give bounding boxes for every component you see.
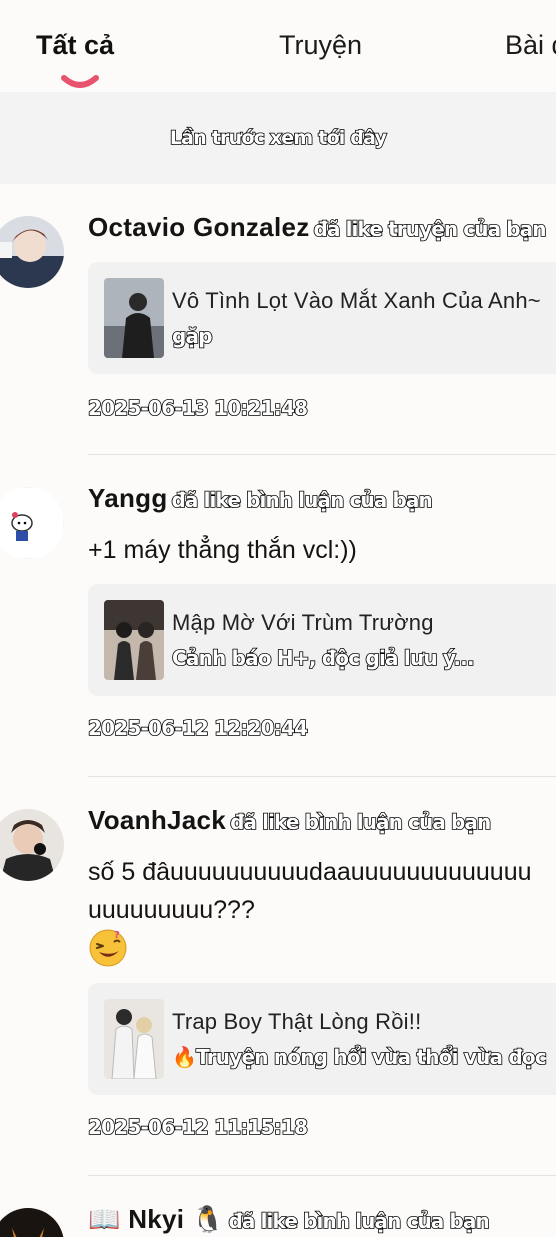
comment-text: +1 máy thẳng thắn vcl:)) — [88, 536, 357, 564]
username[interactable]: VoanhJack — [88, 805, 226, 835]
comment-line: số 5 đâuuuuuuuuuudaauuuuuuuuuuuuu — [88, 858, 532, 886]
story-subtitle: Cảnh báo H+, độc giả lưu ý... — [171, 645, 475, 671]
username[interactable]: Yangg — [88, 483, 168, 513]
avatar[interactable] — [0, 216, 64, 288]
notification-header: VoanhJack đã like bình luận của bạn — [88, 805, 492, 836]
story-card[interactable]: Mập Mờ Với Trùm Trường Cảnh báo H+, độc … — [88, 584, 556, 696]
username[interactable]: 📖 Nkyi 🐧 — [88, 1204, 225, 1234]
active-tab-indicator — [61, 75, 99, 88]
story-title: Trap Boy Thật Lòng Rồi!! — [172, 1009, 422, 1034]
divider — [88, 776, 556, 777]
notification-header: Octavio Gonzalez đã like truyện của bạn — [88, 212, 548, 243]
story-thumbnail — [104, 999, 164, 1079]
tab-all[interactable]: Tất cả — [36, 30, 114, 61]
timestamp: 2025-06-13 10:21:48 — [87, 395, 309, 421]
action-text: đã like bình luận của bạn — [229, 809, 492, 835]
story-thumbnail — [104, 278, 164, 358]
story-subtitle: gặp — [171, 323, 213, 349]
tab-posts[interactable]: Bài đ — [505, 30, 556, 61]
notification-header: Yangg đã like bình luận của bạn — [88, 483, 434, 514]
svg-text:?: ? — [114, 930, 120, 941]
avatar[interactable] — [0, 809, 64, 881]
tab-stories[interactable]: Truyện — [279, 30, 362, 61]
dizzy-face-emoji-icon: ? — [89, 929, 127, 967]
username[interactable]: Octavio Gonzalez — [88, 212, 310, 242]
timestamp: 2025-06-12 11:15:18 — [87, 1114, 309, 1140]
story-card[interactable]: Vô Tình Lọt Vào Mắt Xanh Của Anh~ gặp — [88, 262, 556, 374]
action-text: đã like bình luận của bạn — [171, 487, 434, 513]
action-text: đã like bình luận của bạn — [228, 1208, 491, 1234]
divider — [88, 454, 556, 455]
avatar[interactable] — [0, 1208, 64, 1237]
tab-bar: Tất cả Truyện Bài đ — [0, 0, 556, 92]
story-thumbnail — [104, 600, 164, 680]
story-card[interactable]: Trap Boy Thật Lòng Rồi!! 🔥Truyện nóng hổ… — [88, 983, 556, 1095]
comment-line: uuuuuuuuu??? — [88, 896, 255, 924]
last-seen-banner: Lần trước xem tới đây — [0, 92, 556, 184]
last-seen-label: Lần trước xem tới đây — [169, 126, 388, 150]
story-title: Mập Mờ Với Trùm Trường — [172, 610, 434, 635]
action-text: đã like truyện của bạn — [313, 216, 548, 242]
divider — [88, 1175, 556, 1176]
story-title: Vô Tình Lọt Vào Mắt Xanh Của Anh~ — [172, 288, 541, 313]
story-subtitle: 🔥Truyện nóng hổi vừa thổi vừa đọc — [171, 1044, 547, 1070]
avatar[interactable] — [0, 487, 64, 559]
notification-header: 📖 Nkyi 🐧 đã like bình luận của bạn — [88, 1204, 491, 1235]
timestamp: 2025-06-12 12:20:44 — [87, 715, 309, 741]
